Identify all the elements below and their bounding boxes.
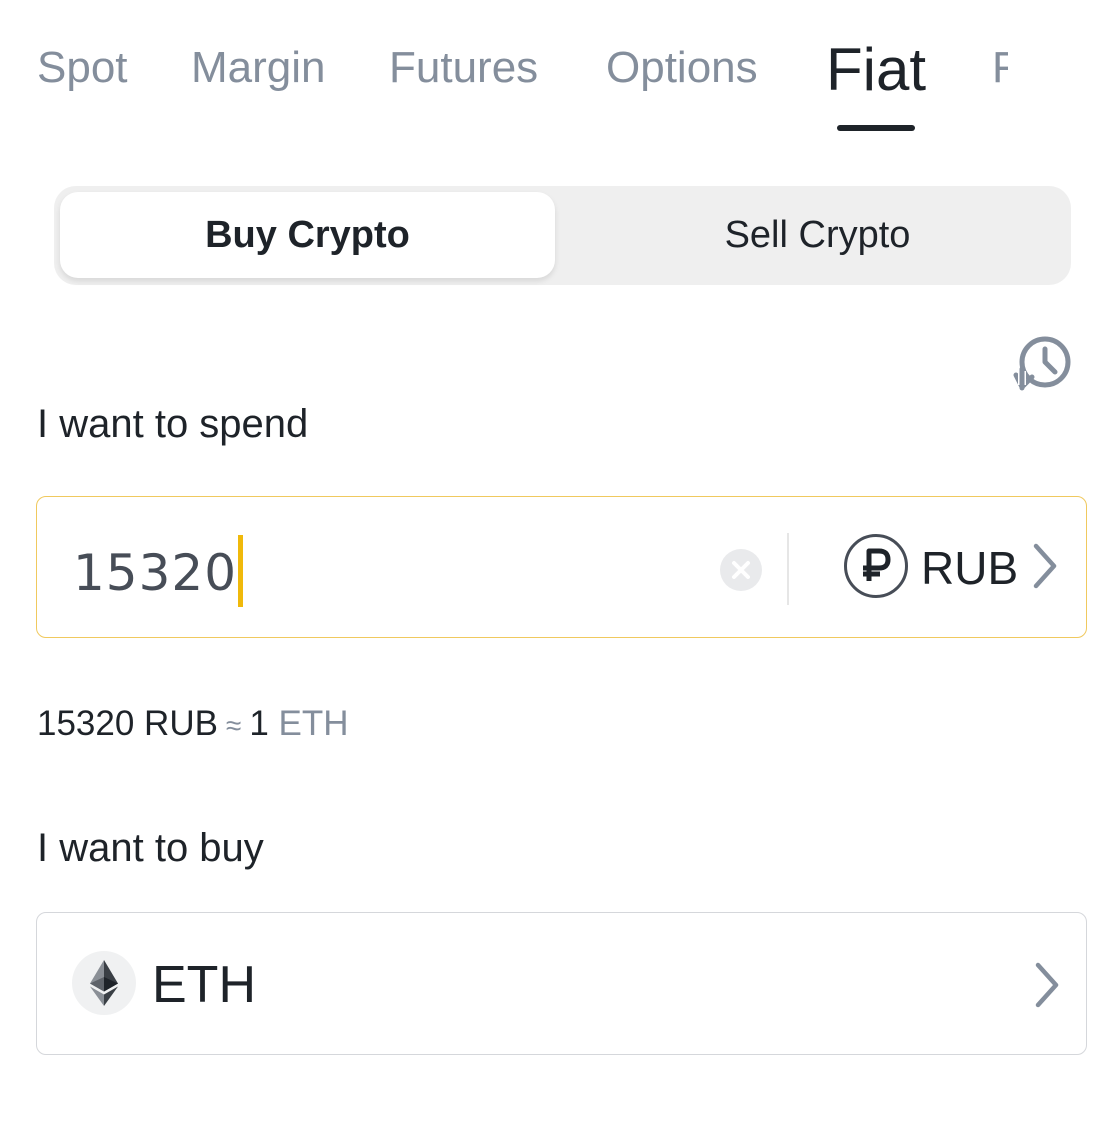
input-divider: [787, 533, 789, 605]
spend-label: I want to spend: [37, 402, 309, 446]
buy-label: I want to buy: [37, 826, 264, 870]
tab-fiat[interactable]: Fiat: [826, 36, 926, 104]
buy-sell-toggle: Buy Crypto Sell Crypto: [54, 186, 1071, 285]
buy-crypto-button[interactable]: Buy Crypto: [60, 192, 555, 278]
ruble-icon: [843, 533, 909, 604]
chevron-right-icon: [1032, 542, 1058, 595]
crypto-asset-code: ETH: [152, 956, 256, 1014]
sell-crypto-button[interactable]: Sell Crypto: [570, 192, 1065, 278]
tab-overflow-clip: F: [992, 36, 1008, 106]
fiat-currency-selector[interactable]: RUB: [843, 533, 1058, 603]
fiat-currency-code: RUB: [921, 542, 1019, 594]
tab-spot[interactable]: Spot: [37, 40, 128, 96]
crypto-asset-selector[interactable]: ETH: [36, 912, 1087, 1055]
tab-margin[interactable]: Margin: [191, 40, 326, 96]
spend-amount-text: 15320: [73, 544, 238, 602]
spend-input-field[interactable]: 15320 RUB: [36, 496, 1087, 638]
rate-fiat-amount: 15320 RUB: [37, 704, 218, 743]
market-tabs: Spot Margin Futures Options Fiat F: [0, 0, 1107, 140]
tab-futures[interactable]: Futures: [389, 40, 538, 96]
tab-options[interactable]: Options: [606, 40, 758, 96]
text-caret: [238, 535, 244, 607]
rate-approx-symbol: ≈: [225, 710, 242, 741]
ethereum-icon: [71, 950, 137, 1016]
rate-crypto-unit: ETH: [278, 704, 349, 743]
history-icon[interactable]: [1012, 333, 1074, 395]
tab-next-partial[interactable]: F: [992, 40, 1008, 96]
spend-amount[interactable]: 15320: [73, 535, 244, 609]
conversion-rate: 15320 RUB ≈1 ETH: [37, 704, 349, 744]
chevron-right-icon: [1034, 961, 1060, 1014]
clear-input-icon[interactable]: [720, 549, 762, 591]
active-tab-indicator: [837, 125, 915, 131]
rate-crypto-amount: 1: [249, 704, 269, 743]
